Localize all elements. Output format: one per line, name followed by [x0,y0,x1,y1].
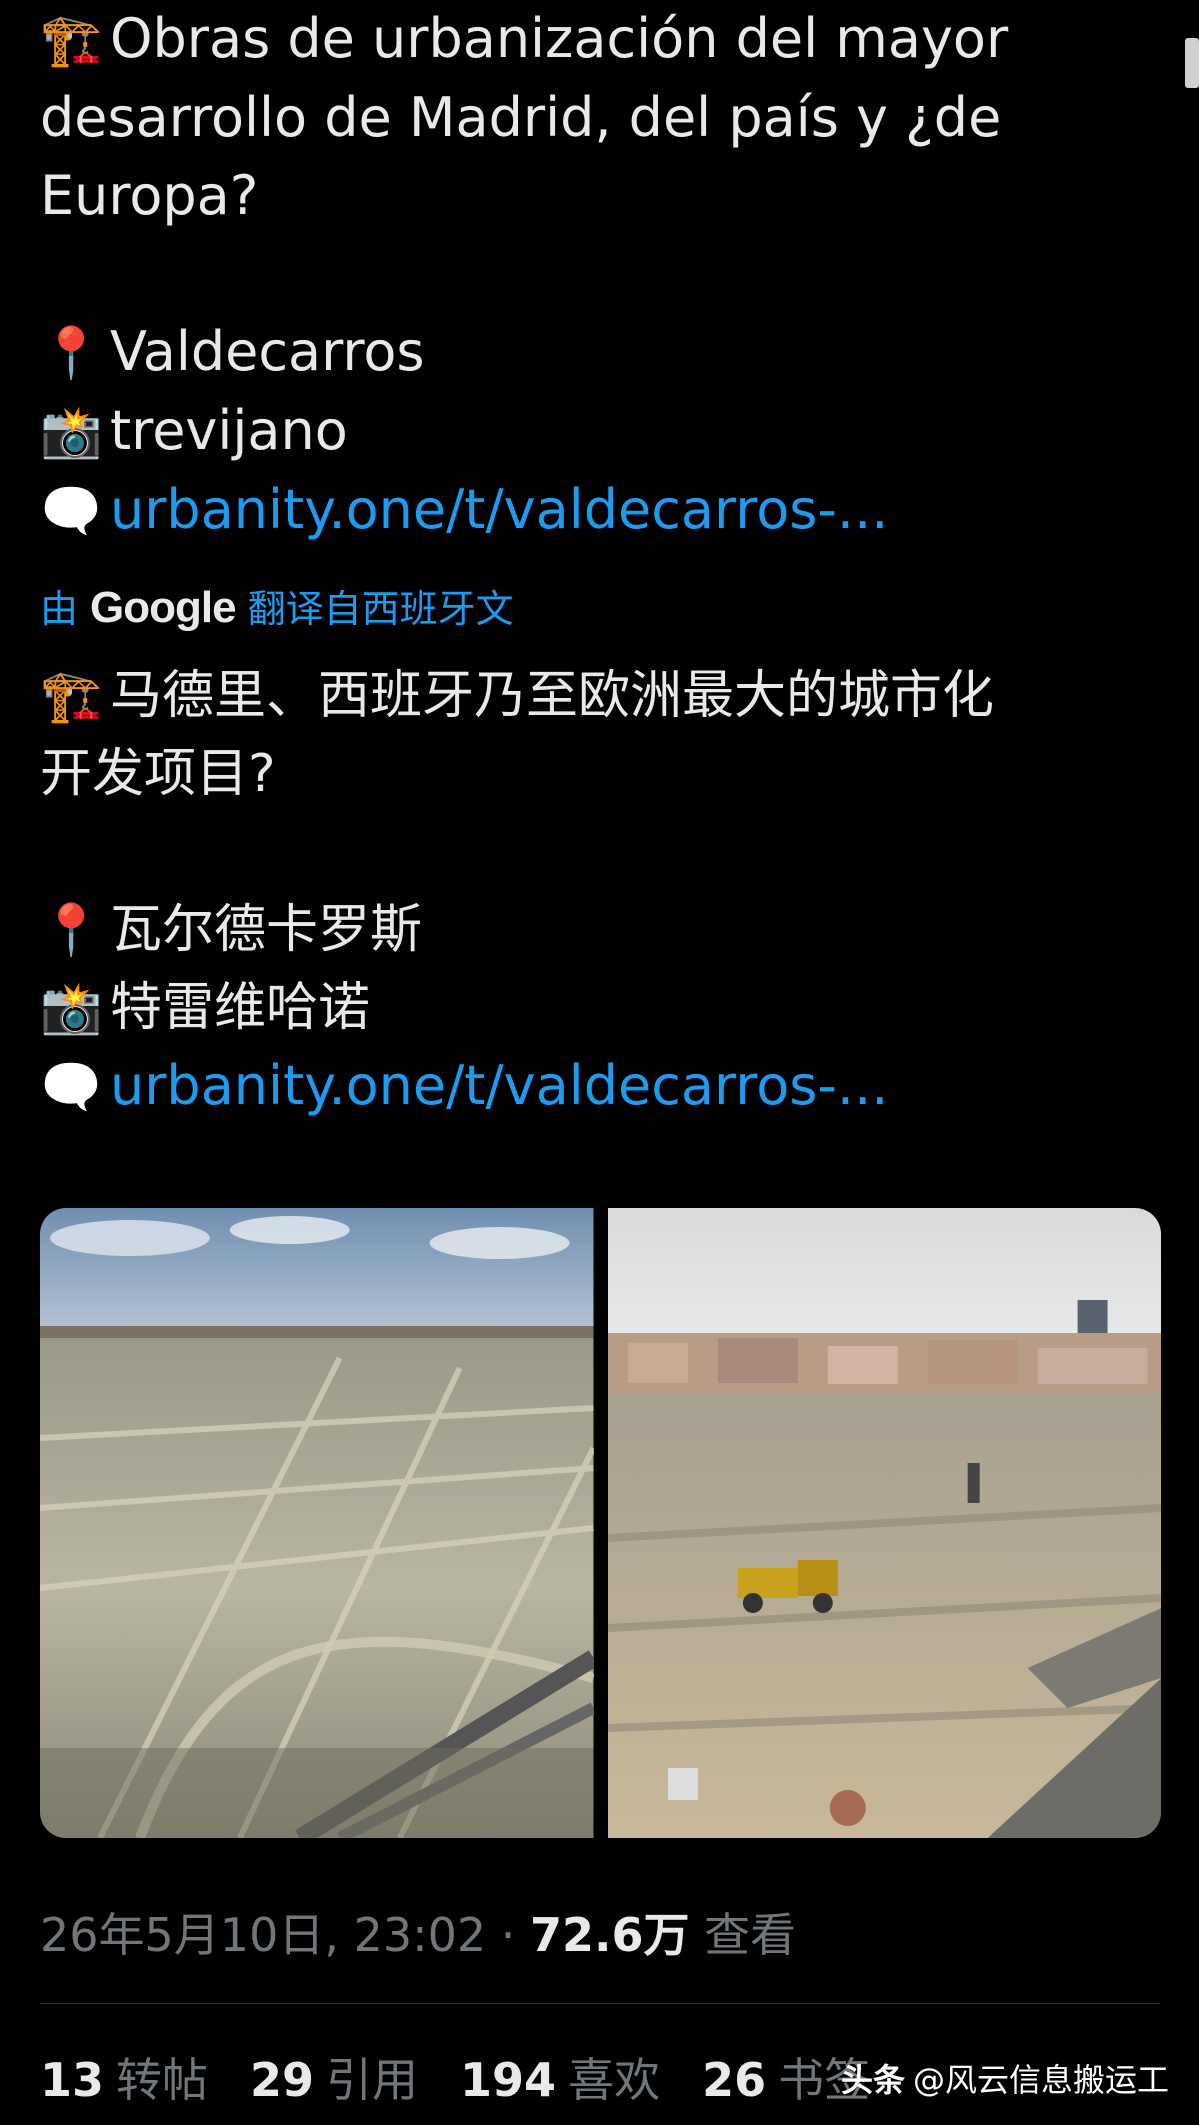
quotes-stat[interactable]: 29 引用 [250,2045,418,2115]
original-title-line-3: Europa? [40,164,259,227]
likes-stat[interactable]: 194 喜欢 [460,2045,660,2115]
original-title-line-1: 🏗️ Obras de urbanización del mayor [40,0,1160,79]
bookmarks-count: 26 [702,2053,767,2107]
pin-icon: 📍 [40,324,103,382]
translated-title-text-1: 马德里、西班牙乃至欧洲最大的城市化 [110,666,995,726]
quotes-label: 引用 [326,2053,419,2107]
pin-icon: 📍 [40,901,103,959]
quotes-count: 29 [250,2053,315,2107]
camera-icon: 📸 [40,403,103,461]
original-photographer-line: 📸 trevijano [40,392,1160,471]
views-label: 查看 [704,1908,797,1962]
crane-icon: 🏗️ [40,667,103,725]
crane-icon: 🏗️ [40,11,103,69]
original-photographer[interactable]: trevijano [110,399,348,462]
tweet-text: 🏗️ Obras de urbanización del mayor desarr… [40,0,1160,1126]
original-link[interactable]: urbanity.one/t/valdecarros-... [110,478,888,541]
translate-suffix: 翻译自西班牙文 [247,587,514,631]
camera-icon: 📸 [40,979,103,1037]
media-gallery [40,1208,1161,1838]
tweet-meta: 26年5月10日, 23:02 · 72.6万 查看 [40,1900,796,1970]
speech-bubble-icon: 🗨️ [40,482,103,540]
translated-location-line: 📍 瓦尔德卡罗斯 [40,891,1160,969]
watermark-handle: @风云信息搬运工 [912,2061,1169,2099]
likes-count: 194 [460,2053,557,2107]
meta-separator: · [500,1908,516,1962]
translated-location: 瓦尔德卡罗斯 [110,900,423,960]
retweets-count: 13 [40,2053,105,2107]
speech-bubble-icon: 🗨️ [40,1058,103,1116]
scrollbar[interactable] [1185,38,1199,88]
translated-title-line-1: 🏗️ 马德里、西班牙乃至欧洲最大的城市化 [40,657,1160,735]
photo-construction-site[interactable] [607,1208,1161,1838]
original-title-text-1: Obras de urbanización del mayor [110,7,1009,70]
translated-link[interactable]: urbanity.one/t/valdecarros-... [110,1054,888,1117]
original-link-line: 🗨️ urbanity.one/t/valdecarros-... [40,471,1160,550]
retweets-label: 转帖 [116,2053,209,2107]
translated-photographer-line: 📸 特雷维哈诺 [40,969,1160,1047]
retweets-stat[interactable]: 13 转帖 [40,2045,208,2115]
original-title-line-2: desarrollo de Madrid, del país y ¿de [40,86,1002,149]
translated-photographer: 特雷维哈诺 [110,978,371,1038]
divider [40,2003,1160,2004]
views-count: 72.6万 [530,1908,690,1962]
watermark-brand: 头条 [840,2061,905,2099]
photo-aerial-view[interactable] [40,1208,594,1838]
watermark: 头条 @风云信息搬运工 [841,2055,1169,2105]
original-location-line: 📍 Valdecarros [40,313,1160,392]
translated-by-google[interactable]: 由 Google 翻译自西班牙文 [40,580,1160,637]
engagement-stats: 13 转帖 29 引用 194 喜欢 26 书签 [40,2045,870,2115]
google-logo: Google [90,583,237,632]
original-location: Valdecarros [110,320,425,383]
translated-link-line: 🗨️ urbanity.one/t/valdecarros-... [40,1047,1160,1126]
likes-label: 喜欢 [568,2053,661,2107]
translated-title-line-2: 开发项目? [40,744,276,804]
timestamp[interactable]: 26年5月10日, 23:02 [40,1908,486,1962]
translate-prefix: 由 [40,587,79,631]
